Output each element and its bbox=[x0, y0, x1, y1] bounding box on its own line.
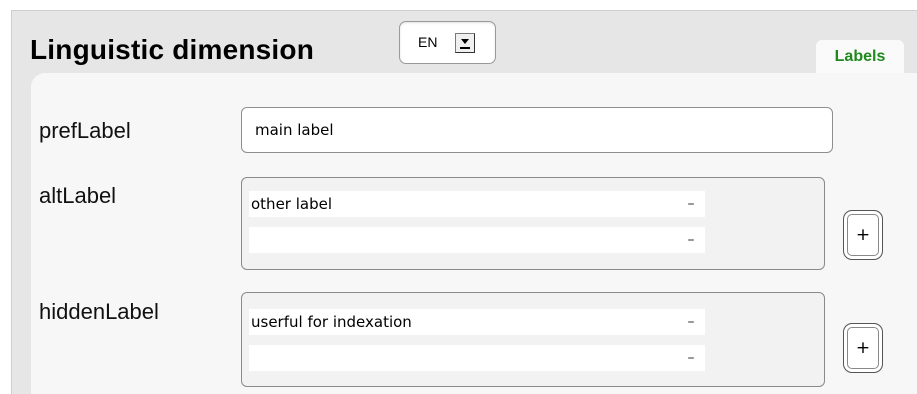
altlabel-list: – – bbox=[241, 177, 825, 270]
language-select[interactable]: EN bbox=[399, 21, 496, 64]
hiddenlabel-list: – – bbox=[241, 292, 825, 387]
preflabel-label: prefLabel bbox=[39, 118, 131, 143]
altlabel-label: altLabel bbox=[39, 183, 117, 208]
altlabel-add-button[interactable]: + bbox=[843, 210, 883, 260]
hiddenlabel-input-2[interactable] bbox=[249, 345, 683, 371]
hiddenlabel-label: hiddenLabel bbox=[39, 299, 159, 324]
language-select-value: EN bbox=[418, 34, 438, 50]
hiddenlabel-remove-button-1[interactable]: – bbox=[677, 309, 705, 335]
hiddenlabel-add-button[interactable]: + bbox=[843, 323, 883, 373]
altlabel-remove-button-1[interactable]: – bbox=[677, 191, 705, 217]
altlabel-remove-button-2[interactable]: – bbox=[677, 227, 705, 253]
hiddenlabel-input-1[interactable] bbox=[249, 309, 683, 335]
tab-labels[interactable]: Labels bbox=[816, 40, 904, 73]
altlabel-input-2[interactable] bbox=[249, 227, 683, 253]
hiddenlabel-remove-button-2[interactable]: – bbox=[677, 345, 705, 371]
altlabel-input-1[interactable] bbox=[249, 191, 683, 217]
dropdown-arrow-icon[interactable] bbox=[455, 33, 475, 53]
section-title: Linguistic dimension bbox=[30, 34, 315, 65]
preflabel-input[interactable] bbox=[241, 107, 833, 153]
